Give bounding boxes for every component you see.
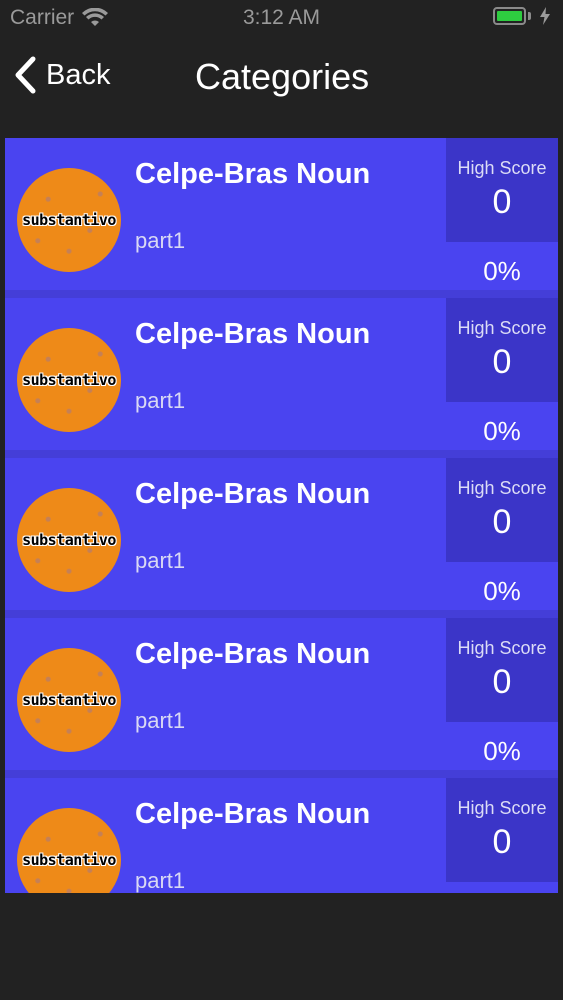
category-badge: substantivo [17, 328, 121, 432]
score-panel: High Score 0 0% [446, 778, 558, 893]
battery-level [497, 11, 522, 21]
score-panel: High Score 0 0% [446, 138, 558, 298]
row-divider [5, 770, 558, 778]
category-cell[interactable]: substantivo Celpe-Bras Noun part1 [5, 778, 445, 893]
high-score-value: 0 [492, 503, 512, 541]
badge-label: substantivo [22, 371, 116, 389]
high-score-box: High Score 0 [446, 138, 558, 242]
high-score-box: High Score 0 [446, 458, 558, 562]
badge-label: substantivo [22, 531, 116, 549]
navigation-bar: Back Categories [0, 38, 563, 118]
row-divider [5, 290, 558, 298]
charging-bolt-icon [540, 7, 550, 25]
badge-label: substantivo [22, 851, 116, 869]
category-row[interactable]: substantivo Celpe-Bras Noun part1 High S… [5, 138, 558, 298]
category-title: Celpe-Bras Noun [135, 158, 371, 190]
high-score-label: High Score [457, 478, 547, 498]
high-score-box: High Score 0 [446, 778, 558, 882]
back-label: Back [46, 58, 111, 91]
status-time: 3:12 AM [242, 6, 321, 29]
score-panel: High Score 0 0% [446, 618, 558, 778]
high-score-box: High Score 0 [446, 618, 558, 722]
high-score-label: High Score [457, 318, 547, 338]
category-row[interactable]: substantivo Celpe-Bras Noun part1 High S… [5, 778, 558, 893]
category-subtitle: part1 [135, 228, 186, 253]
category-row[interactable]: substantivo Celpe-Bras Noun part1 High S… [5, 458, 558, 618]
high-score-value: 0 [492, 663, 512, 701]
back-button[interactable]: Back [14, 56, 110, 94]
status-right [493, 7, 551, 25]
category-row[interactable]: substantivo Celpe-Bras Noun part1 High S… [5, 618, 558, 778]
badge-label: substantivo [22, 211, 116, 229]
category-badge: substantivo [17, 488, 121, 592]
category-cell[interactable]: substantivo Celpe-Bras Noun part1 [5, 298, 445, 450]
chevron-left-icon [15, 56, 36, 94]
high-score-value: 0 [492, 343, 512, 381]
progress-percent: 0% [483, 736, 521, 766]
category-title: Celpe-Bras Noun [135, 798, 371, 830]
category-title: Celpe-Bras Noun [135, 478, 371, 510]
row-divider [5, 450, 558, 458]
category-badge: substantivo [17, 648, 121, 752]
score-panel: High Score 0 0% [446, 458, 558, 618]
page-title: Categories [195, 56, 370, 97]
category-row[interactable]: substantivo Celpe-Bras Noun part1 High S… [5, 298, 558, 458]
badge-label: substantivo [22, 691, 116, 709]
progress-percent: 0% [483, 416, 521, 446]
progress-percent: 0% [483, 256, 521, 286]
category-cell[interactable]: substantivo Celpe-Bras Noun part1 [5, 138, 445, 290]
category-subtitle: part1 [135, 548, 186, 573]
category-title: Celpe-Bras Noun [135, 638, 371, 670]
high-score-value: 0 [492, 823, 512, 861]
category-subtitle: part1 [135, 708, 186, 733]
high-score-value: 0 [492, 183, 512, 221]
status-bar: Carrier 3:12 AM [0, 0, 563, 38]
high-score-label: High Score [457, 798, 547, 818]
high-score-box: High Score 0 [446, 298, 558, 402]
category-list[interactable]: substantivo Celpe-Bras Noun part1 High S… [5, 138, 558, 893]
category-cell[interactable]: substantivo Celpe-Bras Noun part1 [5, 458, 445, 610]
high-score-label: High Score [457, 158, 547, 178]
score-panel: High Score 0 0% [446, 298, 558, 458]
category-badge: substantivo [17, 808, 121, 893]
category-cell[interactable]: substantivo Celpe-Bras Noun part1 [5, 618, 445, 770]
category-subtitle: part1 [135, 868, 186, 893]
high-score-label: High Score [457, 638, 547, 658]
progress-box: 0% [446, 882, 558, 893]
category-badge: substantivo [17, 168, 121, 272]
progress-percent: 0% [483, 576, 521, 606]
category-subtitle: part1 [135, 388, 186, 413]
battery-icon [493, 7, 531, 25]
row-divider [5, 610, 558, 618]
category-title: Celpe-Bras Noun [135, 318, 371, 350]
